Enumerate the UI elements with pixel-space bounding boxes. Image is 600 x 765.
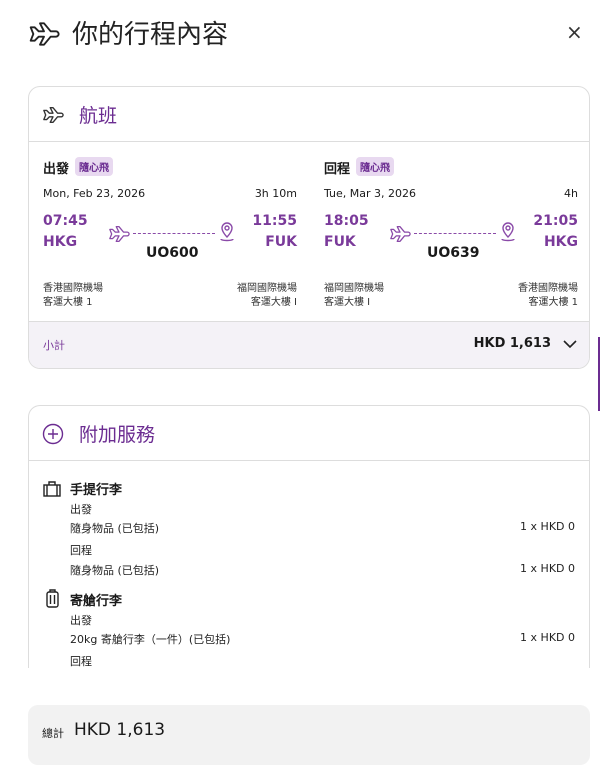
leg-label: 出發: [70, 614, 92, 627]
addon-item-name: 隨身物品 (已包括): [70, 564, 160, 577]
airplane-icon: [109, 226, 130, 242]
total-value: HKD 1,613: [74, 720, 166, 740]
chevron-down-icon[interactable]: [563, 339, 577, 349]
addons-title: 附加服務: [79, 424, 156, 446]
departure-time: 07:45: [43, 213, 88, 229]
flight-duration: 4h: [564, 187, 578, 200]
flight-leg: 回程 隨心飛 Tue, Mar 3, 2026 4h 18:05 FUK 21:0…: [324, 87, 578, 321]
plus-circle-icon: [42, 423, 64, 445]
flight-number: UO639: [427, 245, 480, 261]
departure-terminal: 客運大樓 I: [324, 297, 371, 308]
leg-label: 回程: [70, 655, 92, 668]
arrival-code: FUK: [265, 234, 297, 250]
route-line: [133, 233, 215, 234]
subtotal-row[interactable]: 小計 HKD 1,613: [29, 321, 589, 368]
arrival-terminal: 客運大樓 1: [528, 297, 578, 308]
fare-badge: 隨心飛: [75, 157, 114, 176]
addon-item-price: 1 x HKD 0: [520, 562, 575, 575]
route-line: [414, 233, 496, 234]
arrival-airport: 香港國際機場: [518, 283, 578, 294]
arrival-time: 21:05: [533, 213, 578, 229]
subtotal-label: 小計: [43, 339, 65, 352]
flight-duration: 3h 10m: [254, 187, 297, 200]
scroll-fade: [0, 668, 600, 708]
page-title: 你的行程內容: [72, 20, 229, 50]
departure-airport: 福岡國際機場: [324, 283, 384, 294]
flight-date: Tue, Mar 3, 2026: [324, 187, 417, 200]
departure-code: FUK: [324, 234, 356, 250]
leg-label: 回程: [70, 544, 92, 557]
total-label: 總計: [42, 727, 64, 740]
leg-label: 回程: [324, 162, 351, 177]
departure-code: HKG: [43, 234, 78, 250]
departure-time: 18:05: [324, 213, 369, 229]
checked-bag-title: 寄艙行李: [70, 594, 123, 609]
addon-item-name: 隨身物品 (已包括): [70, 522, 160, 535]
location-pin-icon: [220, 222, 234, 242]
suitcase-icon: [46, 589, 59, 608]
addon-item-name: 20kg 寄艙行李（一件）(已包括): [70, 633, 231, 646]
departure-airport: 香港國際機場: [43, 283, 103, 294]
arrival-airport: 福岡國際機場: [237, 283, 297, 294]
carry-on-title: 手提行李: [70, 483, 123, 498]
airplane-icon: [29, 22, 60, 46]
leg-label: 出發: [70, 503, 92, 516]
addons-card-header: 附加服務: [29, 406, 589, 461]
subtotal-value: HKD 1,613: [473, 336, 551, 351]
flight-number: UO600: [146, 245, 199, 261]
addons-card: 附加服務 手提行李 出發 隨身物品 (已包括) 1 x HKD 0 回程 隨身物…: [28, 405, 590, 705]
close-button[interactable]: ×: [566, 20, 583, 44]
arrival-time: 11:55: [252, 213, 297, 229]
addon-item-price: 1 x HKD 0: [520, 631, 575, 644]
arrival-terminal: 客運大樓 I: [250, 297, 297, 308]
flight-date: Mon, Feb 23, 2026: [43, 187, 146, 200]
flight-leg: 出發 隨心飛 Mon, Feb 23, 2026 3h 10m 07:45 HKG…: [43, 87, 297, 321]
carry-on-bag-icon: [43, 481, 61, 497]
addon-item-price: 1 x HKD 0: [520, 520, 575, 533]
location-pin-icon: [501, 222, 515, 242]
departure-terminal: 客運大樓 1: [43, 297, 93, 308]
flights-card: 航班 出發 隨心飛 Mon, Feb 23, 2026 3h 10m 07:45 …: [28, 86, 590, 369]
airplane-icon: [390, 226, 411, 242]
fare-badge: 隨心飛: [356, 157, 395, 176]
leg-label: 出發: [43, 162, 70, 177]
arrival-code: HKG: [543, 234, 578, 250]
total-bar: 總計 HKD 1,613: [28, 705, 590, 765]
